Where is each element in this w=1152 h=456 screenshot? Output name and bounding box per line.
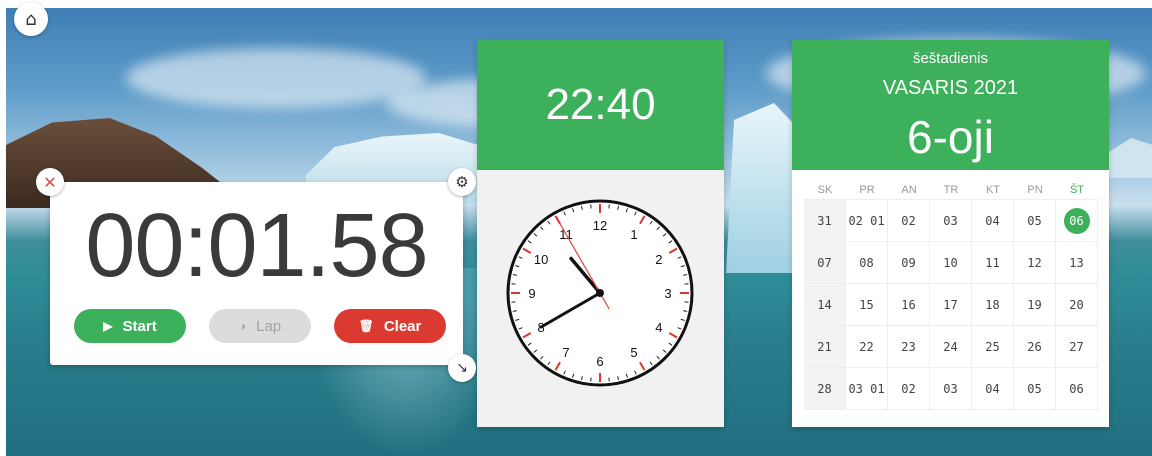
calendar-day-cell[interactable]: 11 — [972, 242, 1014, 284]
weekday-header: PN — [1014, 180, 1056, 200]
calendar-day-cell[interactable]: 04 — [972, 368, 1014, 410]
calendar-day-cell[interactable]: 28 — [804, 368, 846, 410]
calendar-week-row: 07 08 09 10 11 12 13 — [804, 242, 1098, 284]
close-stopwatch-button[interactable]: ✕ — [36, 168, 64, 196]
calendar-weekday: šeštadienis — [912, 50, 989, 67]
calendar-header: šeštadienis VASARIS 2021 6-oji — [792, 40, 1109, 170]
calendar-month-year: VASARIS 2021 — [882, 77, 1019, 99]
clock-numeral: 4 — [655, 320, 662, 335]
home-button[interactable]: ⌂ — [14, 2, 48, 36]
lap-button[interactable]: ◑ Lap — [209, 309, 311, 343]
today-marker: 06 — [1063, 207, 1090, 234]
digital-time: 22:40 — [477, 40, 724, 170]
calendar-day-cell[interactable]: 26 — [1014, 326, 1056, 368]
gear-icon: ⚙ — [455, 173, 469, 191]
weekday-header: ŠT — [1056, 180, 1098, 200]
lap-label: Lap — [256, 317, 282, 335]
calendar-day-cell[interactable]: 10 — [930, 242, 972, 284]
clock-numeral: 10 — [534, 252, 548, 267]
calendar-week-row: 31 02 01 02 03 04 05 06 — [804, 200, 1098, 242]
calendar-day-cell[interactable]: 18 — [972, 284, 1014, 326]
trash-icon: 🗑 — [358, 319, 374, 333]
calendar-week-row: 14 15 16 17 18 19 20 — [804, 284, 1098, 326]
resize-icon: ↘ — [456, 360, 468, 376]
calendar-day-cell[interactable]: 04 — [972, 200, 1014, 242]
play-icon: ▶ — [103, 319, 113, 333]
stopwatch-settings-button[interactable]: ⚙ — [448, 168, 476, 196]
lap-icon: ◑ — [238, 319, 247, 333]
calendar-day-cell[interactable]: 08 — [846, 242, 888, 284]
start-label: Start — [122, 317, 157, 335]
calendar-day-cell[interactable]: 27 — [1056, 326, 1098, 368]
calendar-weekday-headers: SK PR AN TR KT PN ŠT — [804, 180, 1098, 200]
calendar-day-cell[interactable]: 02 — [888, 368, 930, 410]
calendar-week-row: 21 22 23 24 25 26 27 — [804, 326, 1098, 368]
calendar-day-cell[interactable]: 02 — [888, 200, 930, 242]
weekday-header: TR — [930, 180, 972, 200]
calendar-day-cell[interactable]: 12 — [1014, 242, 1056, 284]
calendar-day: 6-oji — [907, 111, 994, 163]
clock-numeral: 12 — [593, 218, 607, 233]
weekday-header: SK — [804, 180, 846, 200]
clock-numeral: 7 — [562, 345, 569, 360]
start-button[interactable]: ▶ Start — [74, 309, 186, 343]
weekday-header: AN — [888, 180, 930, 200]
calendar-day-cell[interactable]: 05 — [1014, 200, 1056, 242]
calendar-day-cell[interactable]: 17 — [930, 284, 972, 326]
calendar-day-cell[interactable]: 06 — [1056, 368, 1098, 410]
calendar-day-cell[interactable]: 25 — [972, 326, 1014, 368]
calendar-day-cell[interactable]: 09 — [888, 242, 930, 284]
calendar-day-cell[interactable]: 06 — [1056, 200, 1098, 242]
calendar-day-cell[interactable]: 03 — [930, 368, 972, 410]
calendar-day-cell[interactable]: 21 — [804, 326, 846, 368]
clock-numeral: 5 — [630, 345, 637, 360]
calendar-day-cell[interactable]: 02 01 — [846, 200, 888, 242]
calendar-day-cell[interactable]: 05 — [1014, 368, 1056, 410]
calendar-day-cell[interactable]: 07 — [804, 242, 846, 284]
calendar-day-cell[interactable]: 20 — [1056, 284, 1098, 326]
clock-numeral: 2 — [655, 252, 662, 267]
home-icon: ⌂ — [25, 8, 37, 30]
calendar-day-cell[interactable]: 31 — [804, 200, 846, 242]
calendar-week-row: 28 03 01 02 03 04 05 06 — [804, 368, 1098, 410]
clock-widget: 22:40 121234567891011 — [477, 40, 724, 427]
calendar-day-cell[interactable]: 14 — [804, 284, 846, 326]
calendar-day-cell[interactable]: 15 — [846, 284, 888, 326]
calendar-day-cell[interactable]: 22 — [846, 326, 888, 368]
clear-button[interactable]: 🗑 Clear — [334, 309, 446, 343]
stopwatch-widget: 00:01.58 ▶ Start ◑ Lap 🗑 Clear — [50, 182, 463, 365]
calendar-widget: šeštadienis VASARIS 2021 6-oji SK PR AN TR K… — [792, 40, 1109, 427]
calendar-day-cell[interactable]: 23 — [888, 326, 930, 368]
calendar-day-cell[interactable]: 03 01 — [846, 368, 888, 410]
stopwatch-resize-handle[interactable]: ↘ — [448, 354, 476, 382]
clear-label: Clear — [383, 317, 422, 335]
clock-numeral: 6 — [596, 354, 603, 369]
clock-numeral: 9 — [528, 286, 535, 301]
close-icon: ✕ — [43, 172, 57, 192]
clock-numeral: 1 — [630, 227, 637, 242]
calendar-day-cell[interactable]: 03 — [930, 200, 972, 242]
stopwatch-time: 00:01.58 — [85, 196, 428, 296]
calendar-day-cell[interactable]: 16 — [888, 284, 930, 326]
weekday-header: PR — [846, 180, 888, 200]
weekday-header: KT — [972, 180, 1014, 200]
calendar-day-cell[interactable]: 19 — [1014, 284, 1056, 326]
calendar-grid: SK PR AN TR KT PN ŠT 31 02 01 02 03 04 05 06 07 08 09 10 1… — [804, 180, 1098, 410]
analog-clock: 121234567891011 — [506, 199, 694, 387]
clock-center-pin — [596, 289, 604, 297]
clock-numeral: 3 — [664, 286, 671, 301]
calendar-day-cell[interactable]: 24 — [930, 326, 972, 368]
calendar-day-cell[interactable]: 13 — [1056, 242, 1098, 284]
